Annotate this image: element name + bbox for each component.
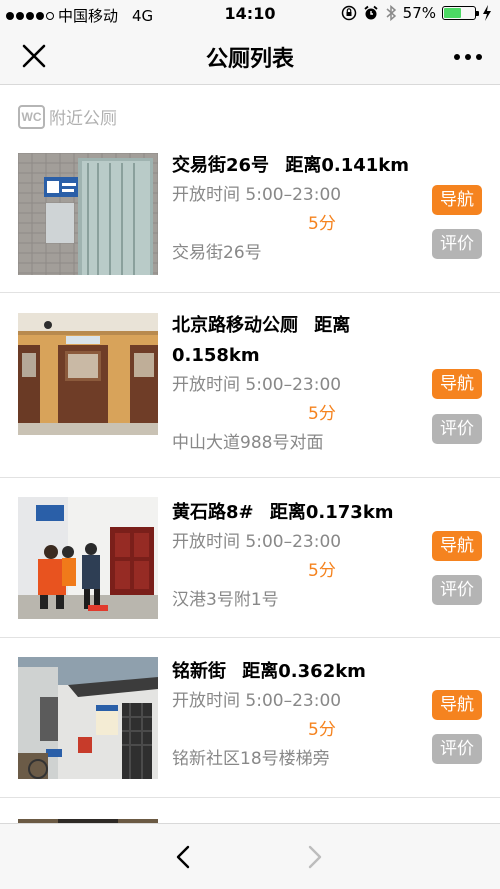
navigate-button[interactable]: 导航 bbox=[432, 185, 482, 215]
alarm-icon bbox=[364, 5, 378, 20]
toilet-name-line: 北京路移动公厕 距离 0.158km bbox=[172, 311, 422, 371]
opening-hours: 开放时间 5:00–23:00 bbox=[172, 691, 342, 711]
toilet-name-line: 交易街26号 距离0.141km bbox=[172, 151, 422, 181]
battery-icon bbox=[442, 6, 479, 20]
toilet-photo bbox=[18, 153, 158, 275]
orientation-lock-icon bbox=[341, 5, 356, 21]
charging-icon bbox=[483, 5, 491, 21]
rating-score: 5分 bbox=[308, 561, 336, 581]
bluetooth-icon bbox=[386, 4, 396, 22]
toilet-photo bbox=[18, 313, 158, 435]
rating-score: 5分 bbox=[308, 214, 336, 234]
toilet-address: 中山大道988号对面 bbox=[172, 433, 324, 453]
wc-icon: WC bbox=[18, 104, 45, 129]
toilet-distance: 距离0.141km bbox=[285, 155, 410, 176]
toilet-distance: 距离0.173km bbox=[269, 502, 394, 523]
list-item[interactable]: 交易街26号 距离0.141km 开放时间 5:00–23:00 5分 交易街2… bbox=[0, 137, 500, 293]
toilet-photo bbox=[18, 657, 158, 779]
toilet-distance-value: 0.158km bbox=[172, 345, 260, 366]
toilet-name: 交易街26号 bbox=[172, 155, 270, 176]
rate-button[interactable]: 评价 bbox=[432, 575, 482, 605]
battery-percent: 57% bbox=[402, 4, 436, 22]
section-header: WC 附近公厕 bbox=[18, 104, 117, 129]
back-arrow-icon[interactable] bbox=[174, 844, 192, 870]
opening-hours: 开放时间 5:00–23:00 bbox=[172, 532, 342, 552]
rate-button[interactable]: 评价 bbox=[432, 229, 482, 259]
toilet-name: 铭新街 bbox=[172, 661, 226, 682]
toilet-distance: 距离0.362km bbox=[242, 661, 366, 682]
rating-score: 5分 bbox=[308, 720, 336, 740]
navigate-button[interactable]: 导航 bbox=[432, 531, 482, 561]
list-item[interactable]: 黄石路8# 距离0.173km 开放时间 5:00–23:00 5分 汉港3号附… bbox=[0, 478, 500, 638]
toilet-address: 铭新社区18号楼梯旁 bbox=[172, 749, 330, 769]
toilet-distance: 距离 bbox=[314, 315, 351, 336]
rate-button[interactable]: 评价 bbox=[432, 734, 482, 764]
toilet-name-line: 铭新街 距离0.362km bbox=[172, 657, 422, 687]
opening-hours: 开放时间 5:00–23:00 bbox=[172, 375, 342, 395]
toilet-name-line: 黄石路8# 距离0.173km bbox=[172, 498, 422, 528]
status-right: 57% bbox=[341, 4, 492, 22]
forward-arrow-icon[interactable] bbox=[306, 844, 324, 870]
more-options-icon[interactable] bbox=[454, 54, 482, 60]
toilet-name: 北京路移动公厕 bbox=[172, 315, 298, 336]
rating-score: 5分 bbox=[308, 404, 336, 424]
bottom-toolbar bbox=[0, 823, 500, 889]
navigate-button[interactable]: 导航 bbox=[432, 369, 482, 399]
navigation-bar: 公厕列表 bbox=[0, 28, 500, 85]
toilet-address: 交易街26号 bbox=[172, 243, 262, 263]
list-item[interactable]: 北京路移动公厕 距离 0.158km 开放时间 5:00–23:00 5分 中山… bbox=[0, 293, 500, 478]
rate-button[interactable]: 评价 bbox=[432, 414, 482, 444]
list-item[interactable]: 铭新街 距离0.362km 开放时间 5:00–23:00 5分 铭新社区18号… bbox=[0, 638, 500, 798]
toilet-address: 汉港3号附1号 bbox=[172, 590, 279, 610]
navigate-button[interactable]: 导航 bbox=[432, 690, 482, 720]
toilet-photo bbox=[18, 497, 158, 619]
section-label: 附近公厕 bbox=[49, 109, 117, 129]
toilet-name: 黄石路8# bbox=[172, 502, 254, 523]
page-title: 公厕列表 bbox=[205, 47, 294, 72]
opening-hours: 开放时间 5:00–23:00 bbox=[172, 185, 342, 205]
status-bar: 中国移动 4G 14:10 57% bbox=[0, 0, 500, 28]
